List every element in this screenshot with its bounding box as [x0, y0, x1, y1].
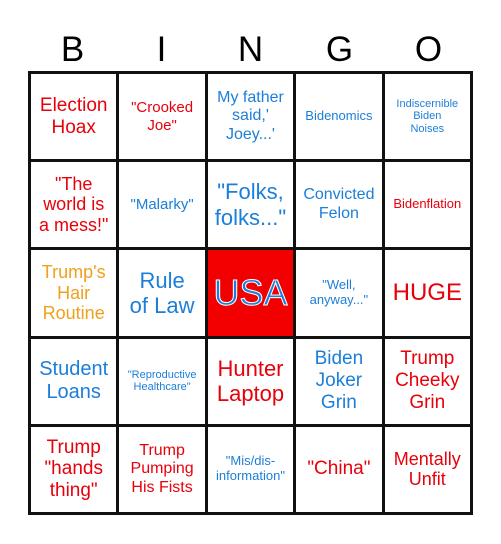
cell-text: "Crooked Joe"	[131, 99, 194, 134]
cell-text: Trump's Hair Routine	[41, 261, 106, 324]
bingo-cell-r5c5[interactable]: Mentally Unfit	[384, 426, 473, 515]
bingo-cell-r3c2[interactable]: Rule of Law	[119, 250, 208, 339]
bingo-cell-r1c4[interactable]: Bidenomics	[296, 74, 385, 163]
bingo-cell-r2c1[interactable]: "The world is a mess!"	[31, 162, 120, 251]
bingo-cell-r2c4[interactable]: Convicted Felon	[296, 162, 385, 251]
bingo-cell-r4c5[interactable]: Trump Cheeky Grin	[384, 338, 473, 427]
bingo-cell-r2c5[interactable]: Bidenflation	[384, 162, 473, 251]
cell-text: Student Loans	[39, 358, 109, 404]
bingo-cell-r3c1[interactable]: Trump's Hair Routine	[31, 250, 120, 339]
free-space-text: USA	[213, 272, 288, 314]
bingo-header: B I N G O	[28, 30, 473, 70]
cell-text: Rule of Law	[129, 267, 195, 318]
cell-text: HUGE	[392, 279, 462, 307]
bingo-cell-r4c1[interactable]: Student Loans	[31, 338, 120, 427]
header-letter-o: O	[414, 30, 443, 69]
cell-text: My father said,' Joey...'	[217, 89, 284, 143]
cell-text: "Reproductive Healthcare"	[127, 368, 197, 394]
cell-text: Trump Cheeky Grin	[395, 348, 460, 414]
bingo-cell-r4c4[interactable]: Biden Joker Grin	[296, 338, 385, 427]
cell-text: Bidenomics	[305, 108, 373, 124]
free-space-cell[interactable]: USA	[207, 250, 297, 339]
cell-text: Hunter Laptop	[216, 355, 285, 407]
cell-text: "Well, anyway..."	[309, 277, 369, 307]
bingo-cell-r5c4[interactable]: "China"	[296, 426, 385, 515]
bingo-cell-r5c3[interactable]: "Mis/dis- information"	[207, 426, 297, 515]
header-letter-g: G	[325, 30, 354, 69]
cell-text: Convicted Felon	[303, 186, 375, 222]
header-letter-b: B	[60, 30, 85, 69]
bingo-cell-r2c3[interactable]: "Folks, folks..."	[207, 162, 297, 251]
header-letter-i: I	[156, 30, 167, 69]
cell-text: Mentally Unfit	[393, 448, 461, 490]
bingo-board: Election Hoax "Crooked Joe" My father sa…	[28, 71, 473, 515]
cell-text: Trump "hands thing"	[44, 436, 103, 502]
bingo-cell-r4c3[interactable]: Hunter Laptop	[207, 338, 297, 427]
cell-text: Indiscernible Biden Noises	[396, 97, 459, 135]
cell-text: Trump Pumping His Fists	[130, 441, 194, 496]
bingo-cell-r4c2[interactable]: "Reproductive Healthcare"	[119, 338, 208, 427]
bingo-cell-r2c2[interactable]: "Malarky"	[119, 162, 208, 251]
cell-text: Bidenflation	[393, 196, 462, 212]
bingo-cell-r3c4[interactable]: "Well, anyway..."	[296, 250, 385, 339]
bingo-cell-r1c1[interactable]: Election Hoax	[31, 74, 120, 163]
bingo-cell-r1c2[interactable]: "Crooked Joe"	[119, 74, 208, 163]
bingo-cell-r3c5[interactable]: HUGE	[384, 250, 473, 339]
cell-text: "Malarky"	[130, 196, 194, 214]
cell-text: Election Hoax	[39, 94, 108, 138]
cell-text: "Folks, folks..."	[214, 179, 287, 230]
cell-text: "The world is a mess!"	[38, 173, 109, 236]
bingo-cell-r1c3[interactable]: My father said,' Joey...'	[207, 74, 297, 163]
cell-text: Biden Joker Grin	[314, 348, 364, 414]
bingo-cell-r5c2[interactable]: Trump Pumping His Fists	[119, 426, 208, 515]
cell-text: "Mis/dis- information"	[216, 453, 285, 484]
header-letter-n: N	[237, 30, 264, 69]
bingo-cell-r5c1[interactable]: Trump "hands thing"	[31, 426, 120, 515]
cell-text: "China"	[307, 458, 371, 480]
bingo-cell-r1c5[interactable]: Indiscernible Biden Noises	[384, 74, 473, 163]
